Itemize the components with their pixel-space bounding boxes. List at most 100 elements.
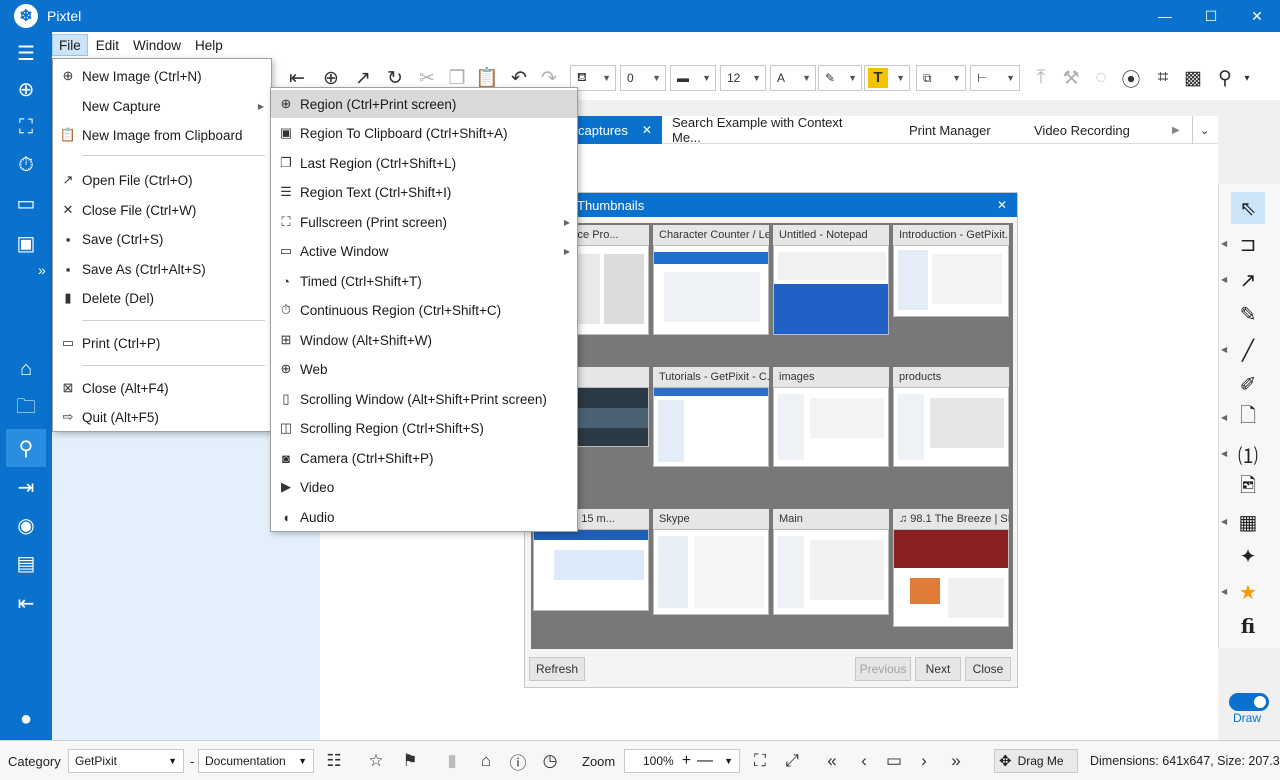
dialog-close-button[interactable]: Close (965, 657, 1011, 681)
thumbnail-item[interactable]: ♫ 98.1 The Breeze | SF... (893, 509, 1009, 627)
crosshair-icon[interactable]: ⊕ (6, 70, 46, 108)
share-icon[interactable]: ◉ (6, 506, 46, 544)
menu-item-timed[interactable]: ◔ Timed (Ctrl+Shift+T) (271, 267, 577, 295)
thumbnails-close-icon[interactable]: ✕ (997, 198, 1007, 212)
zoom-control[interactable]: 100% + — ▼ (624, 749, 740, 773)
thumbnail-item[interactable]: Introduction - GetPixit... (893, 225, 1009, 317)
timer-icon[interactable]: ⏱ (6, 146, 46, 184)
menu-item-quit[interactable]: ⇨ Quit (Alt+F5) (53, 403, 271, 431)
menu-item-video[interactable]: ▶ Video (271, 473, 577, 501)
sweep-icon[interactable]: ⚒ (1058, 64, 1084, 92)
calendar-clock-icon[interactable]: ◀ ▦ (1221, 506, 1265, 538)
line-width-dropdown[interactable]: 0 ▼ (620, 65, 666, 91)
menu-item-new-image[interactable]: ⊕ New Image (Ctrl+N) (53, 62, 271, 90)
line-style-dropdown[interactable]: ▬ ▼ (670, 65, 716, 91)
menu-item-scrolling-region[interactable]: ◫ Scrolling Region (Ctrl+Shift+S) (271, 414, 577, 442)
pin-icon[interactable]: ⤒ (1028, 64, 1054, 92)
marker-icon[interactable]: ✐ (1231, 368, 1265, 400)
export-icon[interactable]: ⇥ (6, 468, 46, 506)
info-icon[interactable]: ⓘ (506, 750, 530, 773)
expand-rail-icon[interactable]: » (38, 262, 46, 278)
number-badge-icon[interactable]: ◀ ⑴ (1221, 438, 1265, 470)
menu-item-web[interactable]: ⊕ Web (271, 355, 577, 383)
zoom-search-icon[interactable]: ⚲ (1212, 64, 1238, 92)
menu-item-last-region[interactable]: ❐ Last Region (Ctrl+Shift+L) (271, 149, 577, 177)
fit-screen-icon[interactable]: ⛶ (748, 750, 772, 772)
drag-me-button[interactable]: ✥ Drag Me (994, 749, 1078, 773)
window-capture-icon[interactable]: ▭ (6, 184, 46, 222)
menu-item-delete[interactable]: ▮ Delete (Del) (53, 284, 271, 312)
tab-list-icon[interactable]: ⌄ (1192, 116, 1216, 144)
menu-item-close[interactable]: ⊠ Close (Alt+F4) (53, 374, 271, 402)
more-toolbar-icon[interactable]: ▾ (1240, 64, 1254, 92)
tab-close-icon[interactable]: ✕ (642, 123, 652, 137)
prev-page-icon[interactable]: ‹ (852, 750, 876, 772)
home-icon[interactable]: ⌂ (6, 350, 46, 388)
favorite-star-icon[interactable]: ☆ (364, 750, 388, 772)
menu-item-scrolling-window[interactable]: ▯ Scrolling Window (Alt+Shift+Print scree… (271, 385, 577, 413)
menu-item-fullscreen[interactable]: ⛶ Fullscreen (Print screen) ▶ (271, 208, 577, 236)
ligature-fi-icon[interactable]: fi (1231, 610, 1265, 642)
refresh-button[interactable]: Refresh (529, 657, 585, 681)
arrange-dropdown[interactable]: ⧉ ▼ (916, 65, 966, 91)
menu-item-camera[interactable]: ◙ Camera (Ctrl+Shift+P) (271, 444, 577, 472)
last-page-icon[interactable]: » (944, 750, 968, 772)
hide-icon[interactable]: ◌ (1088, 64, 1114, 92)
pen-icon[interactable]: ✎ (1231, 298, 1265, 330)
close-window-button[interactable]: ✕ (1234, 0, 1280, 32)
image-file-icon[interactable]: 🖻 (1231, 472, 1265, 504)
maximize-button[interactable]: ☐ (1188, 0, 1234, 32)
folder-icon[interactable]: 🗀 (6, 390, 46, 428)
menu-item-region-text[interactable]: ☰ Region Text (Ctrl+Shift+I) (271, 178, 577, 206)
menu-item-active-window[interactable]: ▭ Active Window ▶ (271, 237, 577, 265)
menu-item-new-from-clipboard[interactable]: 📋 New Image from Clipboard (53, 121, 271, 149)
thumbnail-item[interactable]: Skype (653, 509, 769, 615)
contacts-icon[interactable]: ▤ (6, 544, 46, 582)
menu-item-audio[interactable]: ◖ Audio (271, 503, 577, 531)
font-color-dropdown[interactable]: A ▼ (770, 65, 816, 91)
menu-item-save-as[interactable]: ▪ Save As (Ctrl+Alt+S) (53, 255, 271, 283)
next-button[interactable]: Next (915, 657, 961, 681)
bookmark-icon[interactable]: ▮ (440, 750, 464, 772)
zoom-out-icon[interactable]: — (697, 752, 713, 770)
line-icon[interactable]: ◀ ╱ (1221, 334, 1265, 366)
tab-captures[interactable]: captures ✕ (570, 116, 662, 144)
screen-image-icon[interactable]: ▩ (1180, 64, 1206, 92)
tab-video-recording[interactable]: Video Recording (1034, 116, 1144, 144)
menu-item-open-file[interactable]: ↗ Open File (Ctrl+O) (53, 166, 271, 194)
text-style-dropdown[interactable]: T ▼ (864, 65, 910, 91)
import-icon[interactable]: ⇤ (6, 584, 46, 622)
thumbnail-item[interactable]: products (893, 367, 1009, 467)
highlighter-dropdown[interactable]: ✎ ▼ (818, 65, 862, 91)
menu-edit[interactable]: Edit (90, 34, 125, 56)
page-icon[interactable]: ◀ 🗋 (1221, 402, 1265, 434)
tag-icon[interactable]: ⌂ (474, 750, 498, 772)
edit-list-icon[interactable]: ☷ (322, 750, 346, 772)
history-icon[interactable]: ◷ (538, 750, 562, 772)
actual-size-icon[interactable]: ⤢ (780, 750, 804, 772)
menu-item-window[interactable]: ⊞ Window (Alt+Shift+W) (271, 326, 577, 354)
sparkle-icon[interactable]: ✦ (1231, 540, 1265, 572)
menu-item-new-capture[interactable]: New Capture ▶ (53, 92, 271, 120)
align-dropdown[interactable]: ⊢ ▼ (970, 65, 1020, 91)
thumbnail-item[interactable]: images (773, 367, 889, 467)
thumbnail-item[interactable]: Tutorials - GetPixit - C... (653, 367, 769, 467)
menu-item-region-to-clipboard[interactable]: ▣ Region To Clipboard (Ctrl+Shift+A) (271, 119, 577, 147)
page-view-icon[interactable]: ▭ (882, 750, 906, 772)
search-icon[interactable]: ⚲ (6, 429, 46, 467)
flag-icon[interactable]: ⚑ (398, 750, 422, 772)
cursor-icon[interactable]: ⇖ (1231, 192, 1265, 224)
thumbnail-item[interactable]: Untitled - Notepad (773, 225, 889, 335)
user-icon[interactable]: ● (6, 700, 46, 738)
arrow-icon[interactable]: ◀ ↗ (1221, 264, 1265, 296)
crop-icon[interactable]: ⌗ (1150, 64, 1176, 92)
star-icon[interactable]: ◀ ★ (1221, 576, 1265, 608)
menu-item-print[interactable]: ▭ Print (Ctrl+P) (53, 329, 271, 357)
scroll-capture-icon[interactable]: ▣ (6, 224, 46, 262)
first-page-icon[interactable]: « (820, 750, 844, 772)
previous-button[interactable]: Previous (855, 657, 911, 681)
menu-item-region[interactable]: ⊕ Region (Ctrl+Print screen) (271, 90, 577, 118)
thumbnail-item[interactable]: Character Counter / Le... (653, 225, 769, 335)
hamburger-menu-icon[interactable]: ☰ (6, 34, 46, 72)
menu-item-save[interactable]: ▪ Save (Ctrl+S) (53, 225, 271, 253)
